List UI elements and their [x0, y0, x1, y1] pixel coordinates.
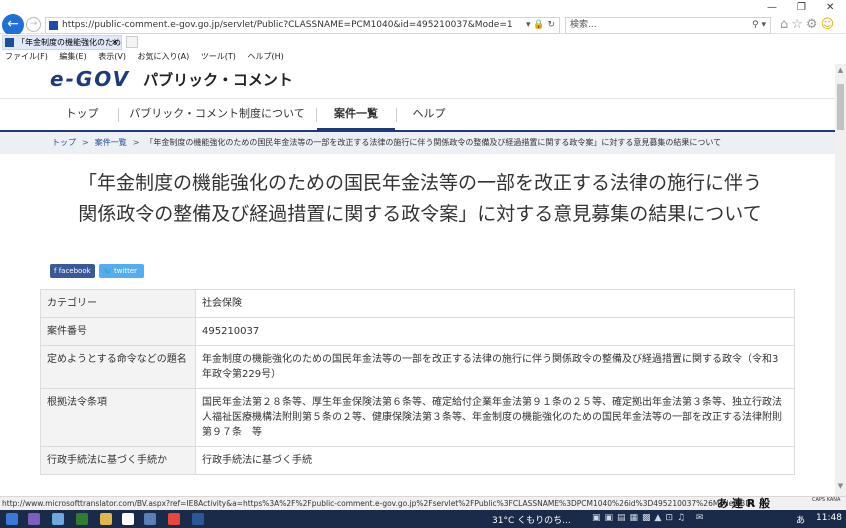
- menu-help[interactable]: ヘルプ(H): [247, 52, 283, 61]
- twitter-bird-icon: 🐦: [103, 267, 114, 275]
- row-label: 根拠法令条項: [40, 388, 196, 447]
- row-value: 年金制度の機能強化のための国民年金法等の一部を改正する法律の施行に伴う関係政令の…: [195, 345, 795, 389]
- status-url: http://www.microsofttranslator.com/BV.as…: [2, 499, 756, 508]
- close-window-button[interactable]: ✕: [826, 2, 834, 13]
- scroll-down-icon[interactable]: ▼: [835, 482, 846, 490]
- global-nav: トップ パブリック・コメント制度について 案件一覧 ヘルプ: [0, 98, 835, 132]
- settings-gear-icon[interactable]: ⚙: [806, 17, 821, 32]
- back-button[interactable]: ←: [2, 14, 24, 36]
- nav-case-list[interactable]: 案件一覧: [317, 99, 395, 131]
- chevron-right-icon: >: [82, 138, 89, 147]
- menu-tools[interactable]: ツール(T): [201, 52, 236, 61]
- feedback-smiley-icon[interactable]: ☺: [821, 17, 838, 32]
- twitter-share-button[interactable]: 🐦 twitter: [99, 264, 144, 278]
- url-text: https://public-comment.e-gov.go.jp/servl…: [62, 20, 513, 30]
- nav-top[interactable]: トップ: [52, 99, 112, 131]
- tab-favicon-icon: [5, 38, 14, 47]
- forward-button[interactable]: →: [26, 17, 41, 32]
- menu-favorites[interactable]: お気に入り(A): [138, 52, 190, 61]
- taskbar-app-icon[interactable]: [76, 513, 88, 525]
- folder-icon[interactable]: [100, 513, 112, 525]
- case-info-table: カテゴリー 社会保険 案件番号 495210037 定めようとする命令などの題名…: [40, 289, 795, 475]
- tab-title: 「年金制度の機能強化のため...: [17, 38, 122, 47]
- taskbar-app-icon[interactable]: [28, 513, 40, 525]
- ime-toolbar[interactable]: あ 連 R 般: [717, 497, 770, 510]
- url-actions[interactable]: ▾ 🔒 ↻: [526, 18, 555, 33]
- table-row: 根拠法令条項 国民年金法第２８条等、厚生年金保険法第６条等、確定給付企業年金法第…: [40, 388, 795, 447]
- scroll-up-icon[interactable]: ▲: [835, 66, 846, 74]
- breadcrumb: トップ > 案件一覧 > 「年金制度の機能強化のための国民年金法等の一部を改正する法律の…: [0, 132, 835, 154]
- maximize-button[interactable]: ❐: [797, 2, 806, 13]
- site-header: e-GOV パブリック・コメント: [50, 67, 293, 93]
- breadcrumb-current: 「年金制度の機能強化のための国民年金法等の一部を改正する法律の施行に伴う関係政令…: [145, 138, 722, 147]
- search-input[interactable]: 検索... ⚲ ▾: [565, 17, 771, 34]
- minimize-button[interactable]: —: [767, 2, 777, 13]
- row-value: 国民年金法第２８条等、厚生年金保険法第６条等、確定給付企業年金法第９１条の２５等…: [195, 388, 795, 447]
- table-row: 行政手続法に基づく手続か 行政手続法に基づく手続: [40, 446, 795, 475]
- internet-explorer-icon[interactable]: [144, 513, 156, 525]
- arrow-right-icon: →: [29, 19, 38, 29]
- tab-close-icon[interactable]: ✕: [111, 36, 118, 49]
- clock[interactable]: 11:48: [816, 513, 842, 523]
- row-label: 行政手続法に基づく手続か: [40, 446, 196, 475]
- vertical-scrollbar[interactable]: ▲ ▼: [835, 64, 846, 496]
- page-title: 「年金制度の機能強化のための国民年金法等の一部を改正する法律の施行に伴う 関係政…: [40, 168, 800, 230]
- taskbar-app-icon[interactable]: [122, 513, 134, 525]
- toolbar-icons: ⌂☆⚙☺: [780, 17, 837, 32]
- taskbar-app-icon[interactable]: [52, 513, 64, 525]
- table-row: 定めようとする命令などの題名 年金制度の機能強化のための国民年金法等の一部を改正…: [40, 345, 795, 389]
- nav-divider: [396, 108, 397, 122]
- tray-ime-indicator[interactable]: あ: [796, 513, 805, 526]
- breadcrumb-top[interactable]: トップ: [52, 138, 76, 147]
- caps-kana-indicator: CAPS KANA: [812, 497, 841, 503]
- egov-logo[interactable]: e-GOV: [50, 67, 130, 91]
- weather-widget[interactable]: 31°C くもりのち...: [492, 513, 571, 526]
- page-content: e-GOV パブリック・コメント トップ パブリック・コメント制度について 案件…: [0, 64, 835, 496]
- home-icon[interactable]: ⌂: [780, 17, 791, 32]
- menu-bar: ファイル(F) 編集(E) 表示(V) お気に入り(A) ツール(T) ヘルプ(…: [0, 50, 846, 64]
- chevron-right-icon: >: [132, 138, 140, 147]
- system-tray-icons[interactable]: ▣▣▤▦▩▲⊡♫ ✉: [592, 513, 707, 523]
- nav-divider: [118, 108, 119, 122]
- address-bar-row: ← → https://public-comment.e-gov.go.jp/s…: [0, 0, 846, 36]
- search-placeholder: 検索...: [570, 20, 597, 30]
- browser-tab[interactable]: 「年金制度の機能強化のため... ✕: [2, 35, 122, 50]
- twitter-label: twitter: [113, 267, 138, 275]
- chrome-icon[interactable]: [168, 513, 180, 525]
- site-title[interactable]: パブリック・コメント: [143, 69, 293, 90]
- menu-edit[interactable]: 編集(E): [59, 52, 86, 61]
- nav-about[interactable]: パブリック・コメント制度について: [124, 99, 310, 131]
- status-bar: http://www.microsofttranslator.com/BV.as…: [0, 496, 846, 510]
- scroll-thumb[interactable]: [837, 84, 844, 130]
- row-value: 社会保険: [195, 289, 795, 318]
- tab-strip: 「年金制度の機能強化のため... ✕: [0, 34, 846, 50]
- breadcrumb-case-list[interactable]: 案件一覧: [95, 138, 127, 147]
- facebook-share-button[interactable]: f facebook: [50, 264, 95, 278]
- page-title-line2: 関係政令の整備及び経過措置に関する政令案」に対する意見募集の結果について: [78, 203, 762, 225]
- url-input[interactable]: https://public-comment.e-gov.go.jp/servl…: [45, 17, 560, 34]
- browser-window: ← → https://public-comment.e-gov.go.jp/s…: [0, 0, 846, 528]
- table-row: カテゴリー 社会保険: [40, 289, 795, 318]
- start-windows-icon[interactable]: [6, 513, 18, 525]
- arrow-left-icon: ←: [7, 16, 19, 32]
- facebook-label: facebook: [58, 267, 91, 275]
- row-label: 定めようとする命令などの題名: [40, 345, 196, 389]
- word-icon[interactable]: [192, 513, 204, 525]
- nav-help[interactable]: ヘルプ: [400, 99, 458, 131]
- taskbar: 31°C くもりのち... ▣▣▤▦▩▲⊡♫ ✉ あ 11:48: [0, 510, 846, 528]
- site-favicon-icon: [49, 21, 58, 30]
- row-value: 行政手続法に基づく手続: [195, 446, 795, 475]
- row-label: カテゴリー: [40, 289, 196, 318]
- menu-file[interactable]: ファイル(F): [5, 52, 48, 61]
- new-tab-button[interactable]: [126, 36, 138, 48]
- page-title-line1: 「年金制度の機能強化のための国民年金法等の一部を改正する法律の施行に伴う: [77, 172, 762, 194]
- row-value: 495210037: [195, 317, 795, 346]
- favorites-star-icon[interactable]: ☆: [791, 17, 806, 32]
- menu-view[interactable]: 表示(V): [98, 52, 126, 61]
- search-icon[interactable]: ⚲ ▾: [752, 18, 766, 33]
- table-row: 案件番号 495210037: [40, 317, 795, 346]
- row-label: 案件番号: [40, 317, 196, 346]
